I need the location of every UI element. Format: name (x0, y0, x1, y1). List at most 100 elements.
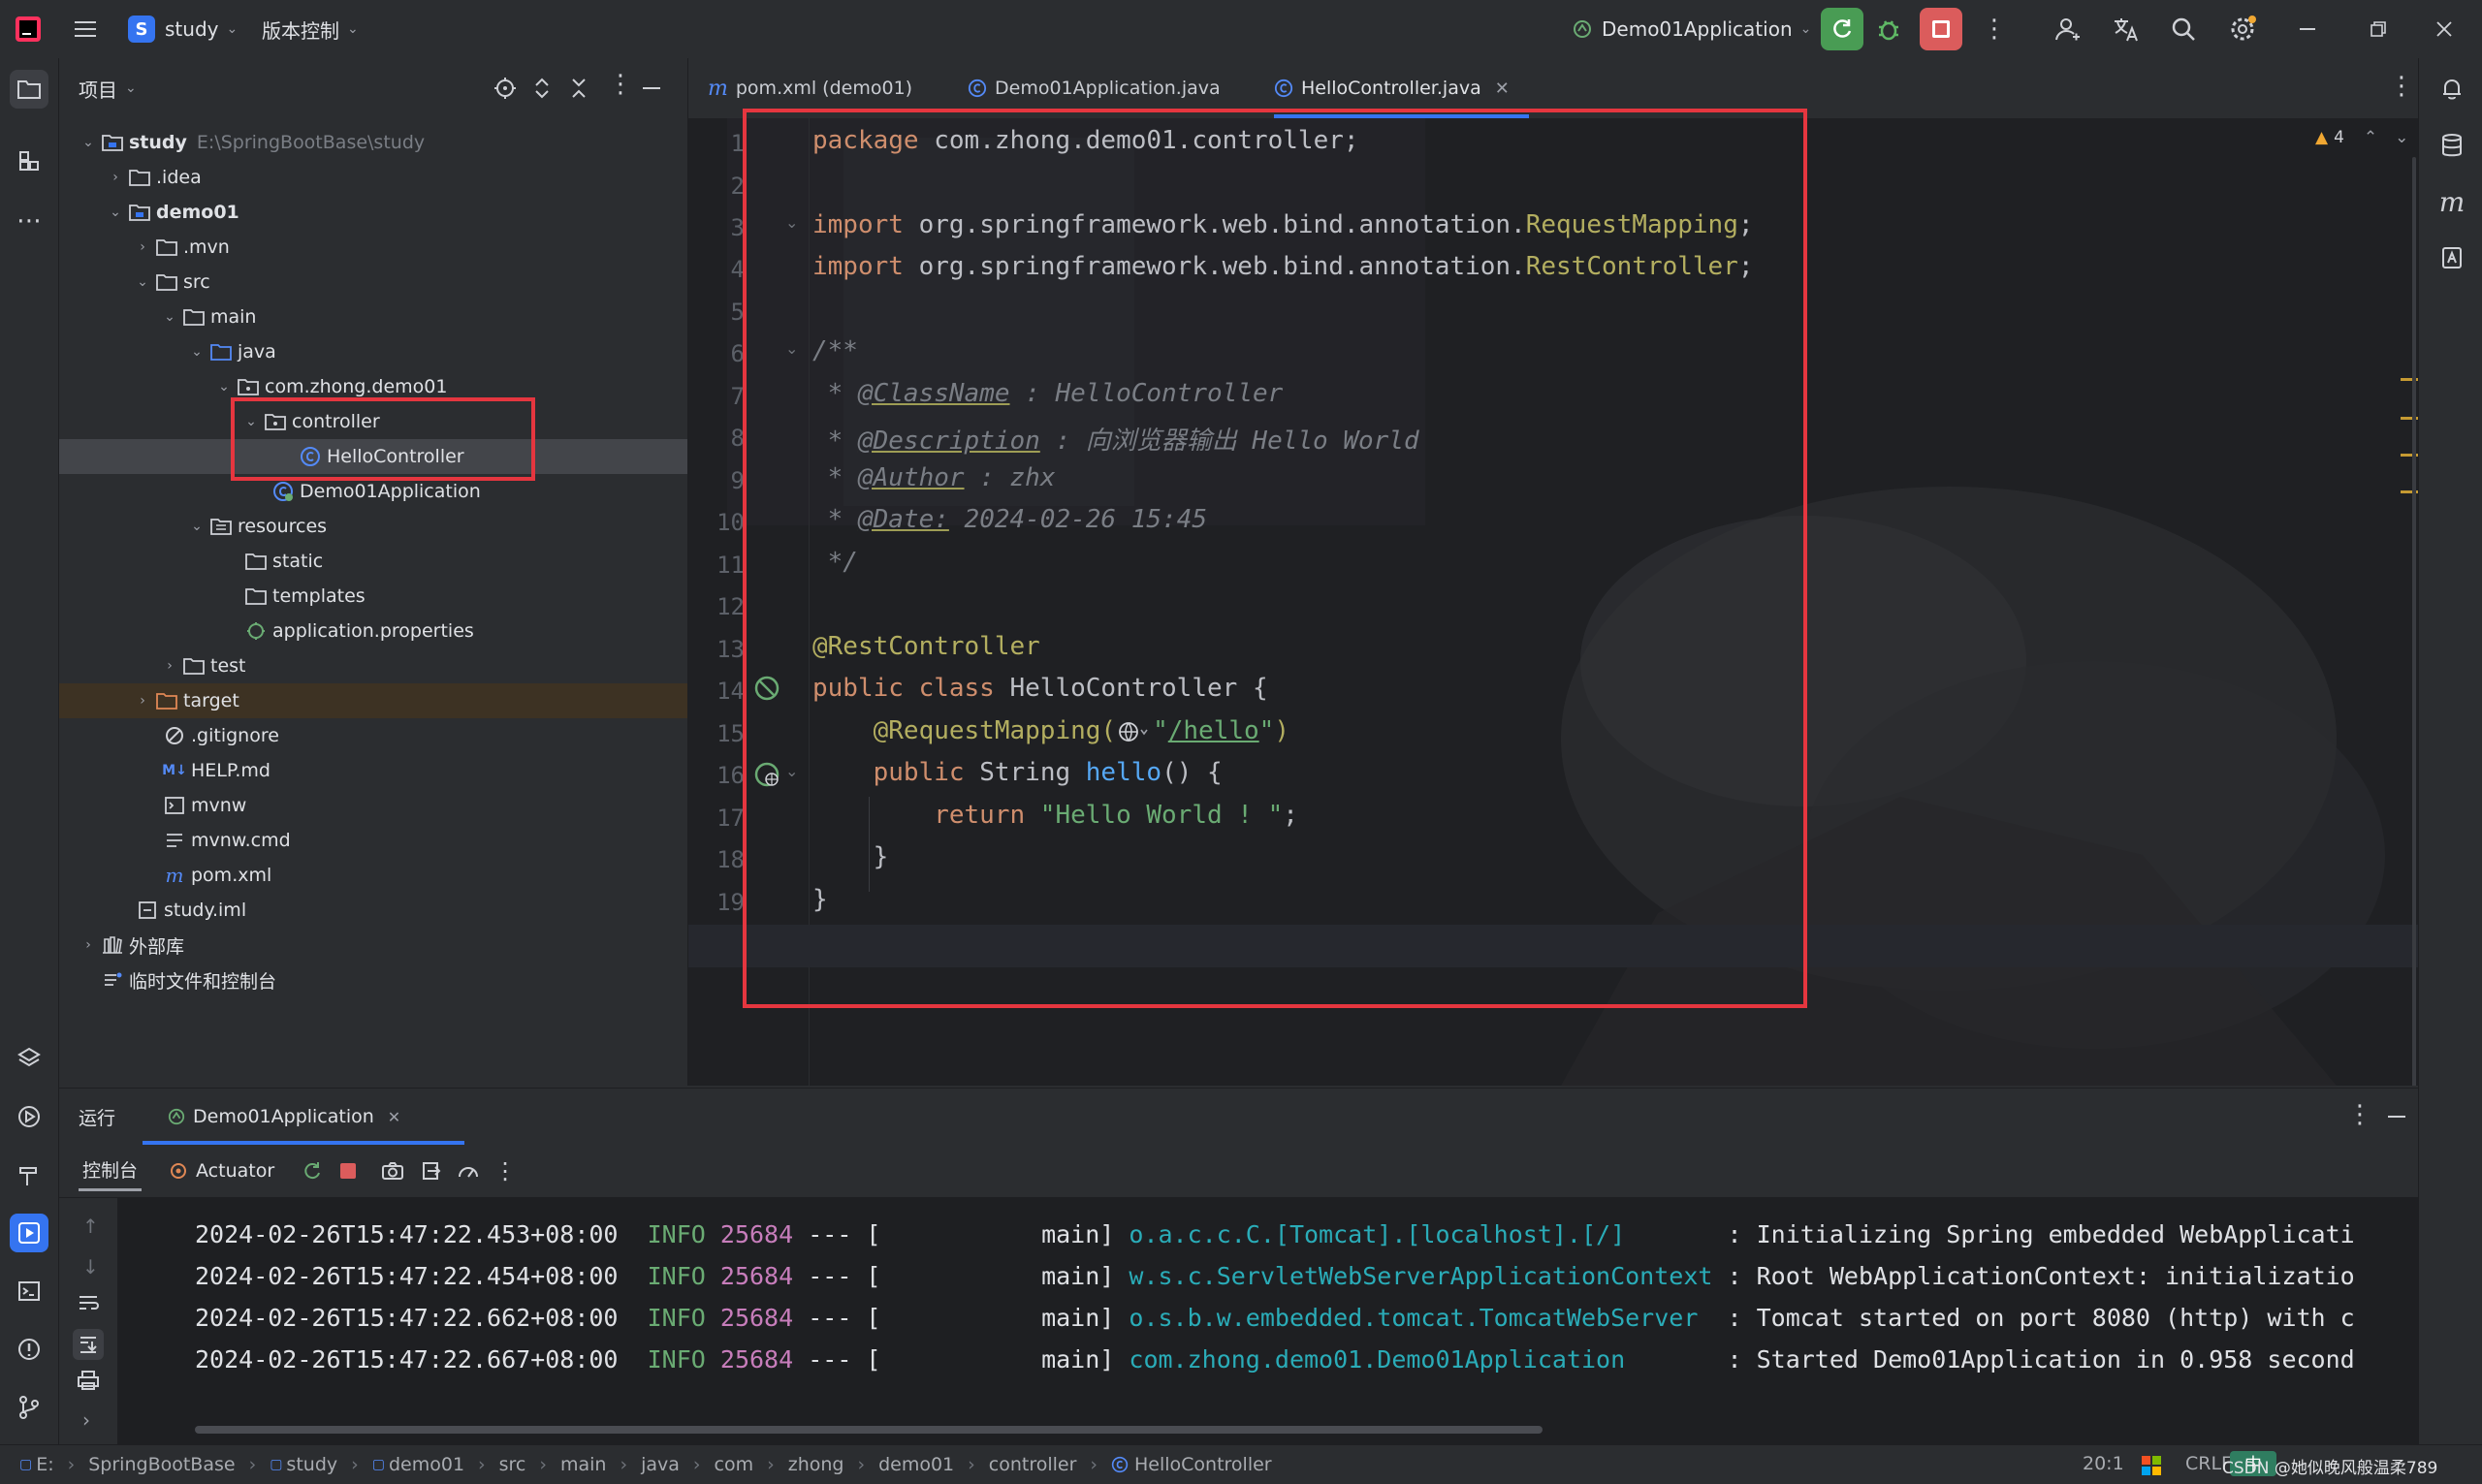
chevron-right-icon[interactable]: › (106, 170, 125, 185)
profiler-icon[interactable] (457, 1160, 480, 1182)
fold-chevron-icon[interactable]: ⌄ (785, 339, 798, 358)
fold-chevron-icon[interactable]: ⌄ (785, 213, 798, 232)
chevron-right-icon[interactable]: › (160, 658, 179, 674)
breadcrumb-item[interactable]: main (560, 1454, 606, 1475)
build-hammer-icon[interactable] (10, 1155, 48, 1194)
stop-button[interactable] (1920, 0, 1962, 58)
horizontal-scrollbar[interactable] (195, 1426, 1543, 1434)
chevron-right-icon[interactable]: › (79, 937, 98, 953)
debug-bug-icon[interactable] (1875, 0, 1902, 58)
close-tab-icon[interactable]: ✕ (388, 1108, 400, 1126)
code-token[interactable]: /hello (1168, 716, 1259, 745)
vertical-scrollbar[interactable] (2412, 157, 2416, 1086)
breadcrumb-item[interactable]: java (641, 1454, 680, 1475)
services-icon[interactable] (10, 1097, 48, 1136)
tab-hellocontroller[interactable]: HelloController.java ✕ (1274, 58, 1529, 118)
camera-icon[interactable] (381, 1160, 404, 1182)
chevron-down-icon[interactable]: ⌄ (125, 80, 137, 96)
run-tool-icon[interactable] (10, 1214, 48, 1252)
locate-target-icon[interactable] (493, 77, 517, 100)
tree-item-mvn[interactable]: › .mvn (59, 230, 687, 265)
breadcrumb-item[interactable]: ▢ E: (19, 1454, 54, 1475)
database-icon[interactable] (2433, 126, 2471, 165)
breadcrumb-item[interactable]: HelloController (1111, 1454, 1272, 1475)
tree-item-java[interactable]: ⌄ java (59, 334, 687, 369)
project-tool-folder-icon[interactable] (10, 70, 48, 109)
tree-item-demo01[interactable]: ⌄ demo01 (59, 195, 687, 230)
problems-icon[interactable] (10, 1330, 48, 1369)
breadcrumb-item[interactable]: ▢ study (270, 1454, 337, 1475)
chevron-down-icon[interactable]: ⌄ (79, 135, 98, 150)
scroll-to-end-icon[interactable] (73, 1329, 104, 1360)
translate-icon[interactable] (2112, 0, 2141, 58)
tree-item-main[interactable]: ⌄ main (59, 300, 687, 334)
tree-item-mvnw-cmd[interactable]: mvnw.cmd (59, 823, 687, 858)
chevron-down-icon[interactable]: ⌄ (214, 379, 234, 395)
hide-run-panel-icon[interactable] (2388, 1116, 2405, 1118)
tree-item-resources[interactable]: ⌄ resources (59, 509, 687, 544)
log-logger[interactable]: com.zhong.demo01.Demo01Application (1129, 1345, 1625, 1373)
tree-item-scratches[interactable]: 临时文件和控制台 (59, 963, 687, 997)
breadcrumb-item[interactable]: src (499, 1454, 526, 1475)
chevron-right-icon[interactable]: › (133, 693, 152, 709)
more-actions-icon[interactable]: ⋮ (1982, 0, 2007, 58)
inspection-widget[interactable]: ▲ 4 ⌃ ⌄ (2315, 128, 2408, 147)
expand-all-icon[interactable] (532, 77, 552, 100)
tree-item-pom-xml[interactable]: m pom.xml (59, 858, 687, 893)
tree-item-help-md[interactable]: M↓ HELP.md (59, 753, 687, 788)
tree-item-gitignore[interactable]: .gitignore (59, 718, 687, 753)
tab-pom-xml[interactable]: m pom.xml (demo01) (708, 58, 912, 118)
chevron-down-icon[interactable]: ⌄ (187, 344, 207, 360)
more-options-icon[interactable]: ⋮ (608, 70, 633, 99)
console-output[interactable]: 2024-02-26T15:47:22.453+08:00 INFO 25684… (117, 1197, 2418, 1447)
code-editor[interactable]: 1 2 3 4 5 6 7 8 9 10 11 12 13 14 15 16 1… (688, 118, 2418, 1086)
layers-icon[interactable] (10, 1039, 48, 1078)
chevron-down-icon[interactable]: ⌄ (133, 274, 152, 290)
chevron-down-icon[interactable]: ⌄ (2395, 128, 2408, 147)
tree-item-study-iml[interactable]: study.iml (59, 893, 687, 928)
tree-item-hellocontroller[interactable]: HelloController (59, 439, 687, 474)
chevron-down-icon[interactable]: ⌄ (160, 309, 179, 325)
chevron-down-icon[interactable]: ⌄ (187, 519, 207, 534)
account-icon[interactable] (2053, 0, 2081, 58)
chevron-down-icon[interactable]: ⌄ (241, 414, 261, 429)
settings-gear-icon[interactable] (2228, 0, 2257, 58)
tree-item-package[interactable]: ⌄ com.zhong.demo01 (59, 369, 687, 404)
chevron-up-icon[interactable]: ⌃ (2364, 128, 2377, 147)
tab-demo01application[interactable]: Demo01Application.java (968, 58, 1221, 118)
run-config-selector[interactable]: Demo01Application ⌄ (1573, 0, 1811, 58)
tree-item-test[interactable]: › test (59, 648, 687, 683)
toolbar-more-icon[interactable]: ⋮ (493, 1157, 517, 1184)
project-panel-title[interactable]: 项目 (79, 75, 117, 103)
tree-item-demo01application[interactable]: Demo01Application (59, 474, 687, 509)
rerun-button[interactable] (1821, 0, 1863, 58)
project-switcher[interactable]: S study ⌄ (128, 0, 238, 58)
tree-item-mvnw[interactable]: mvnw (59, 788, 687, 823)
close-tab-icon[interactable]: ✕ (1495, 79, 1510, 99)
fold-chevron-icon[interactable]: ⌄ (785, 762, 798, 780)
app-logo-icon[interactable] (14, 0, 43, 58)
tab-console[interactable]: 控制台 (79, 1151, 143, 1191)
tabs-more-icon[interactable]: ⋮ (2389, 72, 2414, 101)
breadcrumb-item[interactable]: controller (989, 1454, 1077, 1475)
log-logger[interactable]: o.a.c.c.C.[Tomcat].[localhost].[/] (1129, 1220, 1625, 1248)
tab-run-demo01application[interactable]: Demo01Application ✕ (158, 1089, 410, 1145)
exit-icon[interactable] (420, 1160, 441, 1182)
cursor-position[interactable]: 20:1 (2083, 1453, 2124, 1474)
breadcrumb-item[interactable]: ▢ demo01 (372, 1454, 464, 1475)
print-icon[interactable] (77, 1370, 100, 1391)
breadcrumb-item[interactable]: demo01 (878, 1454, 954, 1475)
run-more-icon[interactable]: ⋮ (2347, 1100, 2372, 1129)
stop-icon[interactable] (340, 1163, 357, 1179)
restore-icon[interactable] (2370, 0, 2387, 58)
vcs-menu[interactable]: 版本控制 ⌄ (262, 0, 359, 58)
tree-item-application-properties[interactable]: application.properties (59, 614, 687, 648)
breadcrumb-item[interactable]: SpringBootBase (88, 1454, 235, 1475)
tree-item-target[interactable]: › target (59, 683, 687, 718)
breadcrumb-item[interactable]: com (715, 1454, 754, 1475)
breadcrumb-item[interactable]: zhong (788, 1454, 844, 1475)
globe-inlay-icon[interactable] (1118, 720, 1151, 743)
hide-panel-icon[interactable] (643, 87, 660, 89)
notifications-bell-icon[interactable] (2433, 70, 2471, 109)
endpoint-globe-icon[interactable] (752, 760, 781, 789)
